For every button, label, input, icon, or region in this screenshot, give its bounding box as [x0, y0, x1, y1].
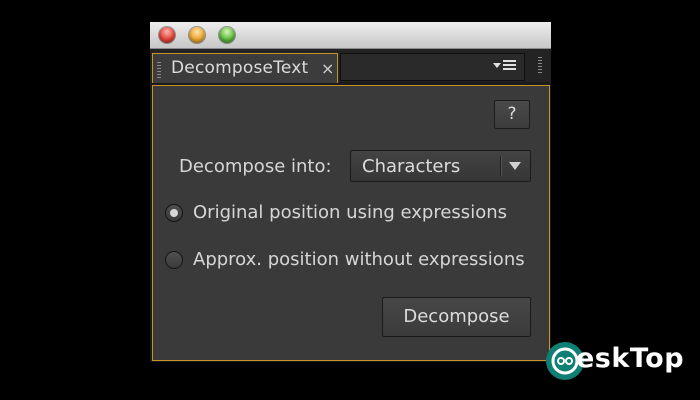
radio-button-original[interactable]	[165, 204, 183, 222]
decompose-into-select[interactable]: Characters	[350, 150, 531, 182]
window-titlebar	[150, 22, 551, 49]
panel-grip-icon[interactable]	[538, 57, 542, 73]
watermark-text: eskTop	[576, 343, 685, 374]
tab-decompose-text[interactable]: DecomposeText ×	[152, 53, 338, 83]
radio-button-approx[interactable]	[165, 251, 183, 269]
help-button[interactable]: ?	[494, 100, 530, 129]
tab-bar-empty-area	[340, 53, 525, 81]
radio-label-original[interactable]: Original position using expressions	[193, 202, 507, 223]
close-window-button[interactable]	[159, 27, 175, 43]
decompose-button[interactable]: Decompose	[382, 297, 531, 337]
minimize-window-button[interactable]	[189, 27, 205, 43]
tab-title: DecomposeText	[171, 58, 309, 78]
select-divider	[500, 156, 501, 176]
tab-close-icon[interactable]: ×	[321, 59, 334, 78]
chevron-down-icon[interactable]	[509, 162, 521, 170]
panel-tab-bar: DecomposeText ×	[150, 49, 551, 83]
radio-label-approx[interactable]: Approx. position without expressions	[193, 249, 525, 270]
radio-selected-dot	[170, 209, 178, 217]
decompose-text-panel: ? Decompose into: Characters Original po…	[152, 85, 550, 361]
select-value: Characters	[362, 156, 461, 177]
app-window: DecomposeText × ? Decompose into: Charac…	[150, 22, 551, 362]
zoom-window-button[interactable]	[219, 27, 235, 43]
watermark: eskTop	[546, 341, 686, 381]
decompose-into-label: Decompose into:	[179, 156, 332, 177]
screenshot-stage: DecomposeText × ? Decompose into: Charac…	[0, 0, 700, 400]
panel-menu-icon[interactable]	[493, 59, 519, 73]
drag-grip-icon[interactable]	[157, 62, 161, 78]
